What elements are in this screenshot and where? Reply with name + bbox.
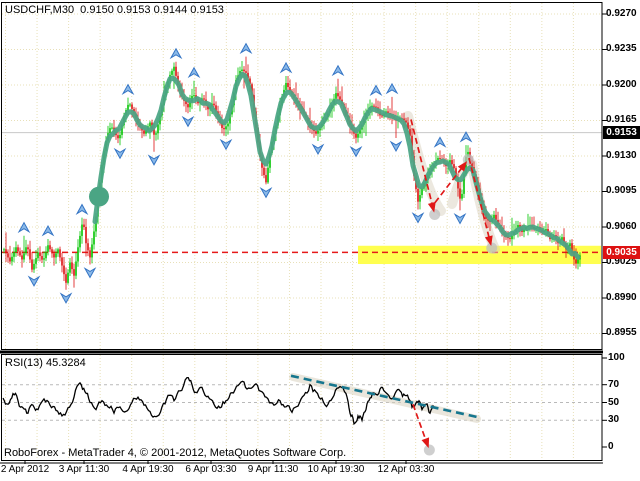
price-label: 0.9095 xyxy=(606,185,640,197)
main-chart-pane[interactable] xyxy=(2,3,602,349)
time-label: 3 Apr 11:30 xyxy=(48,464,120,476)
price-label: 0.8990 xyxy=(606,292,640,304)
rsi-pane[interactable] xyxy=(2,355,602,460)
time-label: 12 Apr 03:30 xyxy=(370,464,442,476)
chart-title: USDCHF,M30 0.9150 0.9153 0.9144 0.9153 xyxy=(5,4,224,16)
time-label: 4 Apr 19:30 xyxy=(112,464,184,476)
mt4-chart-window: { "header": { "title_line": "USDCHF,M30 … xyxy=(0,0,640,481)
price-label: 0.9200 xyxy=(606,79,640,91)
price-label: 0.9130 xyxy=(606,150,640,162)
price-label: 0.8955 xyxy=(606,327,640,339)
rsi-scale-label: 50 xyxy=(608,397,638,409)
rsi-indicator-label: RSI(13) 45.3284 xyxy=(5,357,86,369)
price-label: 0.9165 xyxy=(606,114,640,126)
time-label: 10 Apr 19:30 xyxy=(300,464,372,476)
rsi-scale-label: 30 xyxy=(608,414,638,426)
rsi-scale-label: 70 xyxy=(608,379,638,391)
time-label: 9 Apr 11:30 xyxy=(237,464,309,476)
rsi-scale-label: 100 xyxy=(608,352,638,364)
price-label: 0.9270 xyxy=(606,8,640,20)
current-price-marker: 0.9153 xyxy=(603,126,640,139)
rsi-scale-label: 0 xyxy=(608,441,638,453)
price-label: 0.9060 xyxy=(606,221,640,233)
price-label: 0.9235 xyxy=(606,43,640,55)
support-price-marker: 0.9035 xyxy=(603,246,640,259)
copyright-text: RoboForex - MetaTrader 4, © 2001-2012, M… xyxy=(4,447,346,459)
